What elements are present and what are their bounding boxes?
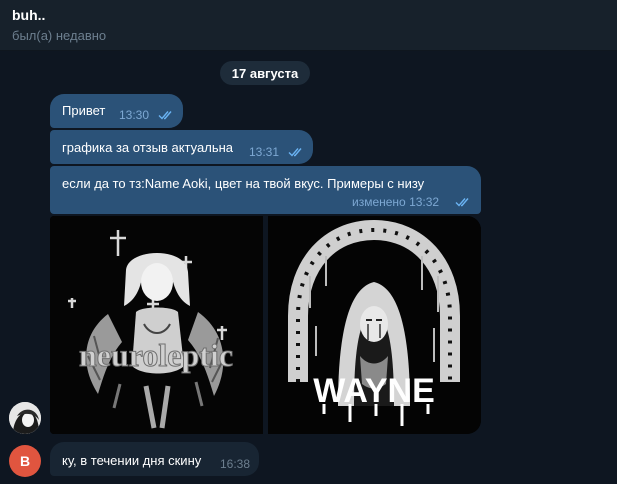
message-text: если да то тз:Name Aoki, цвет на твой вк… [62,176,425,191]
message-text: графика за отзыв актуальна [62,140,234,155]
outgoing-message[interactable]: Привет 13:30 [50,94,183,128]
chat-header[interactable]: buh.. был(а) недавно [0,0,617,51]
message-text: Привет [62,103,106,118]
image-neuroleptic[interactable]: neuroleptic [50,216,263,434]
artwork-lettering: WAYNE [313,372,435,410]
outgoing-message[interactable]: графика за отзыв актуальна 13:31 [50,130,313,164]
avatar-photo-icon [9,402,41,434]
double-check-icon [288,148,302,157]
artwork-lettering: neuroleptic [79,337,233,373]
message-time: 16:38 [220,457,251,471]
date-label: 17 августа [231,65,299,81]
media-album: neuroleptic WAYNE [50,216,481,434]
date-separator[interactable]: 17 августа [220,61,310,85]
avatar-letter: B [19,453,31,469]
angel-illustration: neuroleptic [50,216,263,434]
message-text: ку, в течении дня скину [62,453,202,468]
edited-time: изменено 13:32 [352,195,440,209]
incoming-message[interactable]: ку, в течении дня скину 16:38 [50,442,259,476]
message-time: 13:30 [119,108,150,122]
skull-arch-illustration: WAYNE [268,216,481,434]
contact-avatar[interactable]: B [9,445,41,477]
sender-avatar[interactable] [9,402,41,434]
double-check-icon [455,198,469,207]
image-wayne[interactable]: WAYNE [268,216,481,434]
message-time: 13:31 [249,145,280,159]
last-seen-status: был(а) недавно [12,28,107,43]
double-check-icon [158,111,172,120]
outgoing-message[interactable]: если да то тз:Name Aoki, цвет на твой вк… [50,166,481,214]
chat-title[interactable]: buh.. [12,7,45,23]
